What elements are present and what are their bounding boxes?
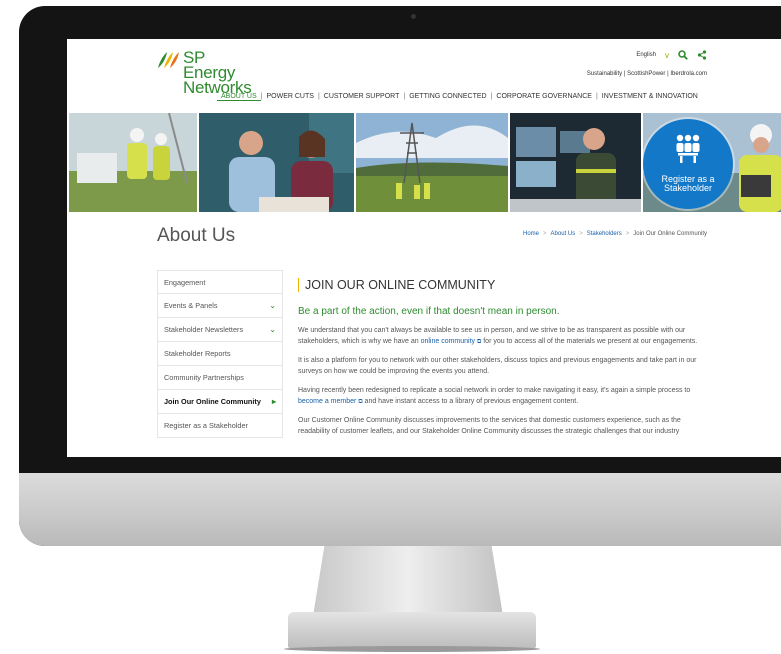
- people-group-icon: [676, 134, 700, 163]
- language-chevron-icon[interactable]: v: [665, 51, 669, 60]
- banner-photo-pylon: [356, 113, 508, 212]
- content-subheading: Be a part of the action, even if that do…: [298, 306, 560, 317]
- sidebar-item-label: Join Our Online Community: [164, 397, 261, 406]
- banner-photo-control-room: [510, 113, 641, 212]
- breadcrumb-about-us[interactable]: About Us: [551, 231, 576, 237]
- paragraph-text: and have instant access to a library of …: [362, 397, 579, 405]
- browser-screen: SP Energy Networks English v Sustainabil…: [67, 39, 781, 457]
- nav-corporate-governance[interactable]: CORPORATE GOVERNANCE: [492, 93, 596, 101]
- breadcrumb-home[interactable]: Home: [523, 231, 539, 237]
- paragraph-text: for you to access all of the materials w…: [481, 337, 698, 345]
- banner-photo-meeting: [199, 113, 354, 212]
- nav-power-cuts[interactable]: POWER CUTS: [262, 93, 317, 101]
- register-stakeholder-badge[interactable]: Register as a Stakeholder: [643, 119, 733, 209]
- sidebar-item-label: Register as a Stakeholder: [164, 421, 248, 430]
- sidebar-item-stakeholder-newsletters[interactable]: Stakeholder Newsletters ⌄: [157, 318, 283, 342]
- nav-getting-connected[interactable]: GETTING CONNECTED: [405, 93, 490, 101]
- register-line-2: Stakeholder: [663, 183, 713, 193]
- paragraph-3: Having recently been redesigned to repli…: [298, 386, 708, 407]
- sidebar-item-label: Stakeholder Newsletters: [164, 325, 244, 334]
- leaf-logo-icon: [158, 52, 179, 68]
- language-selector[interactable]: English: [636, 52, 656, 58]
- sidebar-item-label: Community Partnerships: [164, 373, 244, 382]
- paragraph-2: It is also a platform for you to network…: [298, 357, 697, 375]
- main-navigation: ABOUT US | POWER CUTS | CUSTOMER SUPPORT…: [217, 93, 702, 101]
- share-icon[interactable]: [697, 50, 707, 60]
- monitor-chin: [19, 473, 781, 546]
- become-member-link[interactable]: become a member: [298, 398, 356, 405]
- chevron-down-icon[interactable]: ⌄: [269, 325, 276, 334]
- monitor-stand: [313, 546, 503, 616]
- chevron-down-icon[interactable]: ⌄: [269, 301, 276, 310]
- breadcrumb-separator: >: [625, 231, 630, 237]
- logo-text: SP Energy Networks: [183, 48, 252, 96]
- breadcrumb-stakeholders[interactable]: Stakeholders: [587, 231, 622, 237]
- breadcrumb-current: Join Our Online Community: [633, 231, 707, 237]
- corporate-links[interactable]: Sustainability | ScottishPower | Iberdro…: [587, 71, 707, 77]
- sidebar-item-join-online-community[interactable]: Join Our Online Community ▸: [157, 390, 283, 414]
- sidebar-item-label: Engagement: [164, 277, 206, 287]
- nav-about-us[interactable]: ABOUT US: [217, 93, 261, 101]
- logo-line-1: SP Energy: [183, 48, 236, 82]
- chevron-right-icon: ▸: [271, 397, 276, 406]
- breadcrumb-separator: >: [543, 231, 547, 237]
- content-heading: JOIN OUR ONLINE COMMUNITY: [298, 278, 708, 292]
- main-content: JOIN OUR ONLINE COMMUNITY Be a part of t…: [298, 278, 708, 437]
- online-community-link[interactable]: online community: [421, 338, 475, 345]
- register-badge-text: Register as a Stakeholder: [643, 175, 733, 193]
- breadcrumb: Home > About Us > Stakeholders > Join Ou…: [523, 231, 707, 237]
- sidebar-item-label: Events & Panels: [164, 301, 218, 310]
- sidebar-item-stakeholder-reports[interactable]: Stakeholder Reports: [157, 342, 283, 366]
- monitor-base: [288, 612, 536, 648]
- sidebar-item-label: Stakeholder Reports: [164, 349, 231, 358]
- nav-investment-innovation[interactable]: INVESTMENT & INNOVATION: [598, 93, 702, 101]
- sidebar-item-register-stakeholder[interactable]: Register as a Stakeholder: [157, 414, 283, 438]
- monitor-frame: SP Energy Networks English v Sustainabil…: [19, 6, 781, 546]
- paragraph-4: Our Customer Online Community discusses …: [298, 417, 681, 435]
- section-sidebar: Engagement Events & Panels ⌄ Stakeholder…: [157, 270, 283, 438]
- sidebar-item-community-partnerships[interactable]: Community Partnerships: [157, 366, 283, 390]
- utility-bar: English v: [636, 50, 707, 60]
- page-title: About Us: [157, 225, 236, 246]
- breadcrumb-separator: >: [579, 231, 583, 237]
- search-icon[interactable]: [678, 50, 688, 60]
- sidebar-item-events-panels[interactable]: Events & Panels ⌄: [157, 294, 283, 318]
- paragraph-text: Having recently been redesigned to repli…: [298, 387, 691, 394]
- base-shadow: [284, 646, 540, 652]
- nav-customer-support[interactable]: CUSTOMER SUPPORT: [320, 93, 404, 101]
- banner-photo-linesmen: [69, 113, 197, 212]
- sidebar-item-engagement[interactable]: Engagement: [157, 270, 283, 294]
- paragraph-1: We understand that you can't always be a…: [298, 326, 708, 347]
- camera-dot: [411, 14, 416, 19]
